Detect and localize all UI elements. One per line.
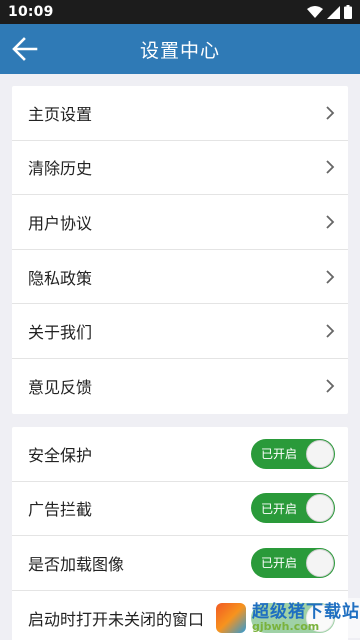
menu-item-clear-history[interactable]: 清除历史 (12, 141, 348, 196)
menu-item-about-us[interactable]: 关于我们 (12, 304, 348, 359)
status-icons (307, 5, 352, 19)
menu-item-homepage-settings[interactable]: 主页设置 (12, 86, 348, 141)
app-bar: 设置中心 (0, 24, 360, 74)
toggle-row-ad-block: 广告拦截 已开启 (12, 482, 348, 537)
menu-item-label: 主页设置 (28, 104, 93, 124)
menu-item-label: 用户协议 (28, 213, 93, 233)
settings-nav-card: 主页设置 清除历史 用户协议 隐私政策 关于我们 意见反馈 (12, 86, 348, 414)
toggle-row-label: 是否加载图像 (28, 554, 125, 574)
toggle-row-label: 安全保护 (28, 445, 93, 465)
menu-item-privacy-policy[interactable]: 隐私政策 (12, 250, 348, 305)
menu-item-label: 清除历史 (28, 159, 93, 179)
watermark-url: gjbwh.com (252, 620, 320, 633)
menu-item-label: 关于我们 (28, 323, 93, 343)
toggle-state-label: 已开启 (261, 556, 298, 571)
signal-icon (327, 5, 340, 19)
security-toggle[interactable]: 已开启 (251, 438, 335, 469)
status-bar: 10:09 (0, 0, 360, 24)
load-images-toggle[interactable]: 已开启 (251, 547, 335, 578)
back-button[interactable] (6, 30, 44, 68)
menu-item-user-agreement[interactable]: 用户协议 (12, 195, 348, 250)
menu-item-label: 意见反馈 (28, 378, 93, 398)
wifi-icon (307, 6, 323, 18)
toggle-row-security: 安全保护 已开启 (12, 427, 348, 482)
menu-item-feedback[interactable]: 意见反馈 (12, 359, 348, 414)
chevron-right-icon (326, 269, 335, 284)
arrow-left-icon (12, 37, 38, 61)
chevron-right-icon (326, 215, 335, 229)
battery-icon (344, 5, 352, 19)
toggle-row-label: 广告拦截 (28, 500, 93, 520)
watermark-title: 超级猪下载站 (252, 602, 360, 622)
chevron-right-icon (326, 379, 335, 393)
ad-block-toggle[interactable]: 已开启 (251, 493, 335, 524)
toggle-row-label: 启动时打开未关闭的窗口 (28, 610, 205, 630)
status-time: 10:09 (8, 4, 54, 20)
page-title: 设置中心 (139, 39, 220, 62)
toggle-knob (306, 439, 334, 468)
watermark-logo-icon (216, 603, 246, 633)
toggle-row-load-images: 是否加载图像 已开启 (12, 536, 348, 591)
menu-item-label: 隐私政策 (28, 268, 93, 288)
toggle-knob (306, 548, 334, 577)
toggle-knob (306, 494, 334, 523)
chevron-right-icon (326, 160, 335, 175)
chevron-right-icon (326, 106, 335, 120)
watermark: 超级猪下载站 gjbwh.com (210, 598, 360, 638)
watermark-text: 超级猪下载站 gjbwh.com (252, 602, 360, 633)
toggle-state-label: 已开启 (261, 501, 298, 516)
toggle-state-label: 已开启 (261, 447, 298, 462)
chevron-right-icon (326, 324, 335, 338)
